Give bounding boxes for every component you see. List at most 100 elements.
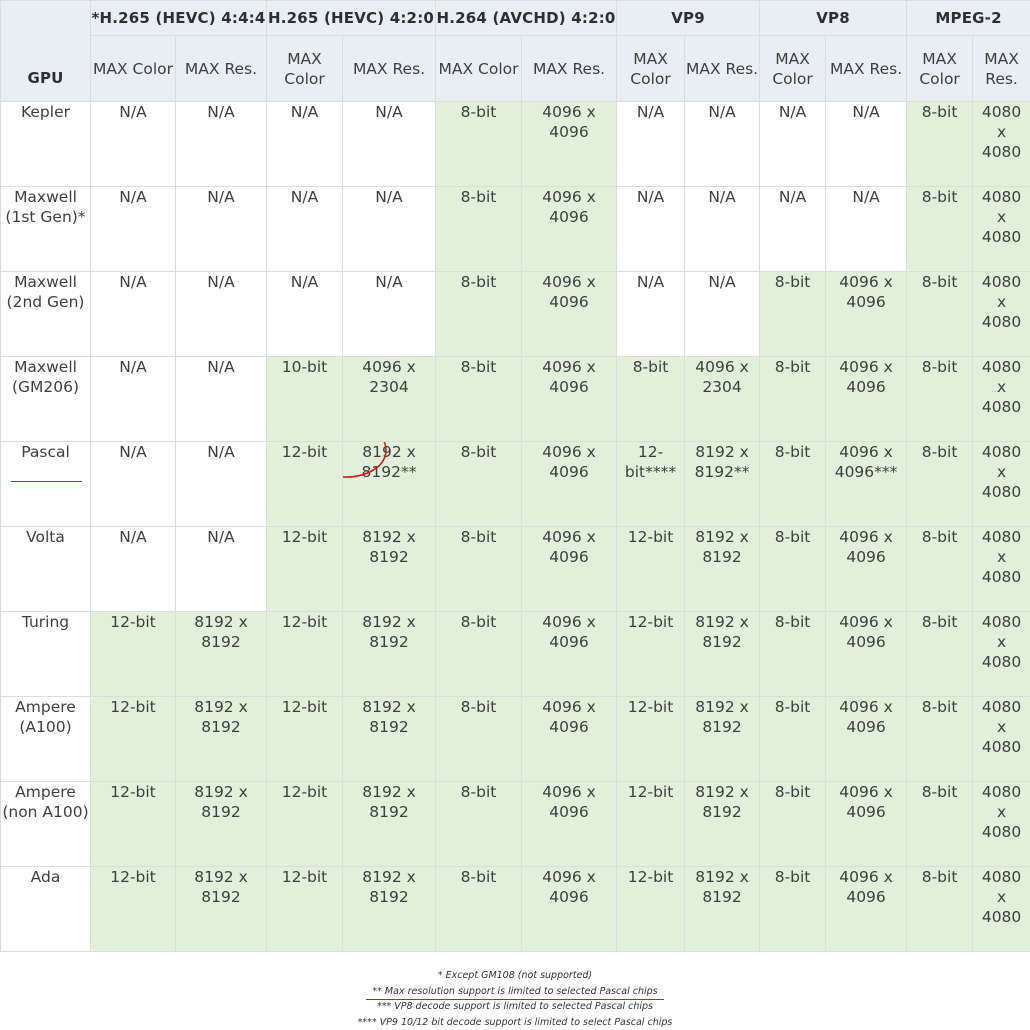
- max-color-cell: N/A: [616, 186, 686, 272]
- codec-header-vp8: VP8: [759, 0, 908, 36]
- cell-value: 4096 x 4096: [839, 528, 893, 566]
- cell-value: 4096 x 4096: [542, 188, 596, 226]
- cell-value: 8-bit: [921, 613, 958, 631]
- max-color-cell: 8-bit: [906, 186, 974, 272]
- codec-header-row: GPU *H.265 (HEVC) 4:4:4 H.265 (HEVC) 4:2…: [0, 0, 1030, 102]
- cell-value: 8192 x 8192**: [694, 443, 750, 481]
- gpu-name-cell: Kepler: [0, 101, 91, 187]
- cell-value: 12-bit: [110, 698, 156, 716]
- gpu-name-cell: Volta: [0, 526, 91, 612]
- max-color-cell: N/A: [616, 271, 686, 357]
- cell-value: 8192 x 8192: [362, 698, 416, 736]
- gpu-name-text: Ampere (A100): [15, 698, 76, 736]
- cell-value: 8-bit: [774, 273, 811, 291]
- max-color-cell: 8-bit: [906, 271, 974, 357]
- cell-value: 12-bit: [110, 783, 156, 801]
- max-color-cell: 12-bit****: [616, 441, 686, 527]
- cell-value: 8192 x 8192: [362, 528, 416, 566]
- max-res-cell: 4096 x 2304: [341, 356, 437, 442]
- cell-value: 8-bit: [460, 273, 497, 291]
- footnote-3: *** VP8 decode support is limited to sel…: [376, 1001, 653, 1012]
- gpu-name: Ada: [30, 868, 61, 888]
- cell-value: N/A: [119, 443, 147, 461]
- cell-value: N/A: [636, 188, 665, 206]
- max-res-cell: 8192 x 8192: [684, 781, 761, 867]
- cell-value: 4080 x 4080: [981, 358, 1022, 416]
- max-res-header: MAX Res.: [521, 35, 618, 102]
- max-res-cell: 4096 x 4096: [825, 356, 908, 442]
- max-res-cell: 8192 x 8192: [684, 866, 761, 952]
- gpu-name-cell: Ampere (A100): [0, 696, 91, 782]
- cell-value: 4096 x 4096: [542, 868, 596, 906]
- gpu-name-text: Pascal: [21, 443, 70, 461]
- table-row: Turing 12-bit 8192 x 8192 12-bit 8192 x 8192…: [0, 611, 1030, 697]
- max-color-cell: 8-bit: [435, 441, 523, 527]
- max-color-cell: 12-bit: [266, 866, 343, 952]
- max-res-cell: 8192 x 8192**: [341, 441, 437, 527]
- circled-value: 8192 x 8192**: [343, 442, 435, 483]
- cell-value: N/A: [778, 103, 807, 121]
- table-row: Volta N/A N/A 12-bit 8192 x 8192 8-bit 4096 x …: [0, 526, 1030, 612]
- gpu-name-text: Turing: [21, 613, 70, 631]
- max-res-cell: 4096 x 2304: [684, 356, 761, 442]
- max-res-cell: 4080 x 4080: [972, 101, 1030, 187]
- max-color-cell: N/A: [266, 271, 343, 357]
- cell-value: N/A: [207, 273, 235, 291]
- cell-value: N/A: [375, 188, 403, 206]
- cell-value: 4096 x 4096: [542, 358, 596, 396]
- cell-value: 4096 x 4096: [542, 443, 596, 481]
- cell-value: 4080 x 4080: [981, 783, 1022, 841]
- cell-value: 8-bit: [460, 358, 497, 376]
- gpu-name-cell: Pascal: [0, 441, 91, 527]
- cell-value: 4080 x 4080: [981, 698, 1022, 756]
- cell-value: 4080 x 4080: [981, 443, 1022, 501]
- gpu-name-text: Kepler: [21, 103, 70, 121]
- gpu-name-text: Maxwell (GM206): [11, 358, 80, 396]
- max-color-header: MAX Color: [266, 35, 343, 102]
- max-color-cell: N/A: [266, 186, 343, 272]
- max-color-cell: 8-bit: [759, 526, 827, 612]
- footnote-2-line: ** Max resolution support is limited to …: [0, 984, 1030, 1000]
- max-res-cell: 4080 x 4080: [972, 526, 1030, 612]
- max-color-cell: 12-bit: [616, 526, 686, 612]
- cell-value: N/A: [636, 103, 665, 121]
- cell-value: N/A: [375, 103, 403, 121]
- max-res-cell: N/A: [684, 271, 761, 357]
- gpu-name-text: Volta: [26, 528, 65, 546]
- cell-value: N/A: [708, 188, 736, 206]
- max-res-cell: 8192 x 8192**: [684, 441, 761, 527]
- max-res-cell: 4080 x 4080: [972, 611, 1030, 697]
- max-res-cell: 8192 x 8192: [175, 866, 267, 952]
- codec-header-h264: H.264 (AVCHD) 4:2:0: [435, 0, 618, 36]
- max-res-header: MAX Res.: [341, 35, 437, 102]
- max-res-header: MAX Res.: [684, 35, 761, 102]
- max-res-cell: 8192 x 8192: [341, 696, 437, 782]
- cell-value: 12-bit: [627, 613, 674, 631]
- max-res-cell: 4096 x 4096: [825, 271, 908, 357]
- max-color-cell: 8-bit: [435, 526, 523, 612]
- codec-support-table: GPU *H.265 (HEVC) 4:4:4 H.265 (HEVC) 4:2…: [0, 0, 1030, 952]
- cell-value: 12-bit: [281, 613, 328, 631]
- cell-value: 4096 x 4096: [839, 273, 893, 311]
- cell-value: N/A: [119, 358, 147, 376]
- max-res-cell: 4096 x 4096: [825, 866, 908, 952]
- max-color-cell: N/A: [616, 101, 686, 187]
- max-color-cell: 12-bit: [266, 696, 343, 782]
- table-row: Pascal N/A N/A 12-bit 8192 x 8192** 8-bit 4096…: [0, 441, 1030, 527]
- cell-value: 8-bit: [460, 868, 497, 886]
- max-res-cell: N/A: [825, 101, 908, 187]
- max-color-header: MAX Color: [616, 35, 686, 102]
- max-color-cell: 8-bit: [435, 696, 523, 782]
- cell-value: 12-bit: [627, 528, 674, 546]
- cell-value: 8192 x 8192: [695, 528, 749, 566]
- gpu-name-text: Ada: [30, 868, 61, 886]
- max-color-cell: N/A: [90, 356, 176, 442]
- max-res-header: MAX Res.: [175, 35, 267, 102]
- max-res-cell: 4096 x 4096***: [825, 441, 908, 527]
- cell-value: 4096 x 4096: [542, 783, 596, 821]
- gpu-name: Pascal: [11, 443, 82, 482]
- cell-value: 8192 x 8192: [362, 613, 416, 651]
- cell-value: 12-bit: [281, 528, 328, 546]
- max-res-cell: N/A: [175, 186, 267, 272]
- cell-value: 8-bit: [460, 698, 497, 716]
